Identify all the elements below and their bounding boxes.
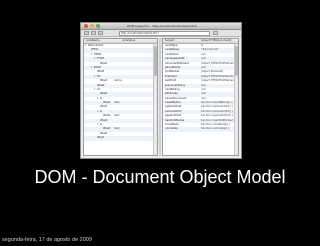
tree-node-name: H1 [97, 74, 101, 78]
inspect-button[interactable] [213, 31, 218, 35]
tree-scroll-thumb[interactable] [154, 46, 157, 76]
address-field[interactable]: http://localhost/dom/test.html [119, 31, 210, 36]
tree-node-name: #text [100, 79, 108, 83]
footer-date: segunda-feira, 17 de agosto de 2009 [2, 237, 92, 243]
tree-node-name: #text [97, 136, 105, 140]
dom-inspector-window: DOM Inspector - http://localhost/dom/tes… [80, 22, 242, 159]
pane-splitter[interactable] [159, 38, 161, 156]
object-header-name: Subject [165, 39, 175, 42]
select-node-button[interactable] [98, 31, 103, 35]
tree-node-name: HEAD [94, 52, 102, 56]
tree-node-name: #text [100, 118, 108, 122]
tree-node-name: #text [100, 131, 108, 135]
tree-header-node: nodeName [86, 39, 100, 42]
object-pane[interactable]: Subject [object HTMLDocument] nodeType 9 n… [162, 38, 239, 156]
tree-node-name: BODY [94, 65, 102, 69]
tree-node-name: LI [100, 123, 103, 127]
tree-node-name: LI [100, 109, 103, 113]
slide-title: DOM - Document Object Model [34, 167, 286, 187]
tree-node-name: #text [97, 70, 105, 74]
forward-button[interactable] [91, 31, 96, 35]
tree-scrollbar[interactable] [153, 44, 157, 155]
tree-node-name: #text [100, 92, 108, 96]
toolbar: http://localhost/dom/test.html [81, 30, 241, 37]
window-title: DOM Inspector - http://localhost/dom/tes… [126, 24, 198, 28]
property-row[interactable]: normalize function normalize() { [163, 127, 238, 132]
tree-node-name: HTML [91, 48, 99, 52]
tree-node-name: #text [100, 61, 108, 65]
tree-node-name: #text [103, 101, 111, 105]
tree-row[interactable]: #text [84, 136, 157, 141]
tree-rows: ▾ #document HTML ▾ HEAD ▾ TITLE #text ▾ BODY #text… [84, 44, 157, 141]
tree-node-name: LI [100, 96, 103, 100]
slide: DOM Inspector - http://localhost/dom/tes… [0, 0, 320, 246]
tree-node-name: #text [103, 127, 111, 131]
tree-node-name: #document [88, 44, 104, 47]
tree-node-name: UL [97, 87, 101, 91]
object-scrollbar[interactable] [234, 44, 238, 155]
tree-node-name: #text [97, 83, 105, 87]
object-rows: nodeType 9 nodeName "#document" nodeValue nul… [163, 44, 238, 132]
tree-node-name: TITLE [97, 57, 105, 61]
back-button[interactable] [84, 31, 89, 35]
property-name: normalize [165, 127, 178, 131]
property-value: function normalize() { [201, 127, 230, 131]
document-tree-pane[interactable]: nodeName nodeValue ▾ #document HTML ▾ HEAD ▾ T… [83, 38, 158, 156]
object-scroll-thumb[interactable] [235, 46, 238, 76]
close-icon[interactable] [84, 24, 88, 28]
tree-node-name: #text [100, 105, 108, 109]
zoom-icon[interactable] [96, 24, 100, 28]
window-titlebar: DOM Inspector - http://localhost/dom/tes… [81, 23, 241, 30]
tree-node-name: #text [103, 114, 111, 118]
minimize-icon[interactable] [90, 24, 94, 28]
tree-header-value: nodeValue [122, 39, 136, 42]
object-header-value: [object HTMLDocument] [201, 39, 232, 42]
